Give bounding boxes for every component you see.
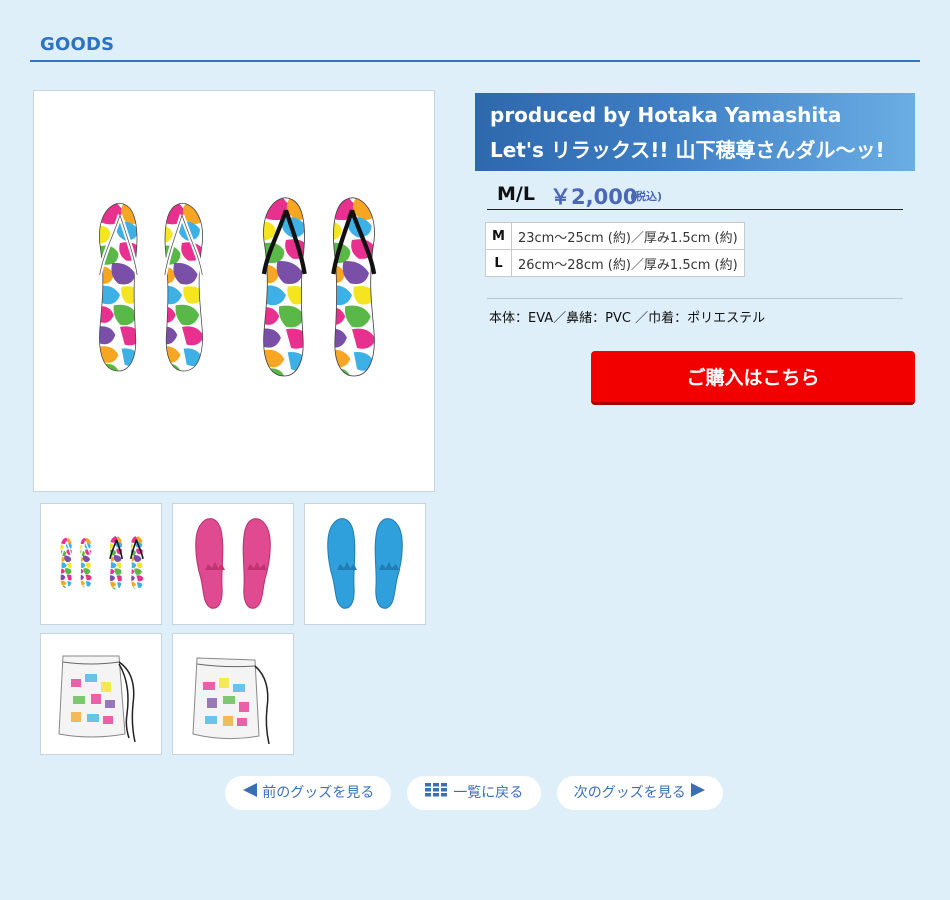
size-table: M 23cm〜25cm (約)／厚み1.5cm (約) L 26cm〜28cm … xyxy=(485,222,745,277)
thumbnail-drawstring-bag-2[interactable] xyxy=(172,633,294,755)
prev-goods-button[interactable]: 前のグッズを見る xyxy=(225,776,391,810)
prev-goods-label: 前のグッズを見る xyxy=(262,785,375,801)
product-title-line1: produced by Hotaka Yamashita xyxy=(490,103,842,127)
size-detail: 23cm〜25cm (約)／厚み1.5cm (約) xyxy=(510,222,745,250)
price: ￥2,000 xyxy=(550,185,638,209)
grid-icon xyxy=(424,776,449,810)
next-goods-button[interactable]: 次のグッズを見る xyxy=(557,776,723,810)
size-detail: 26cm〜28cm (約)／厚み1.5cm (約) xyxy=(510,249,745,277)
next-goods-label: 次のグッズを見る xyxy=(573,785,686,801)
buy-button[interactable]: ご購入はこちら xyxy=(591,351,915,405)
table-row: M 23cm〜25cm (約)／厚み1.5cm (約) xyxy=(485,222,745,250)
tax-note: (税込) xyxy=(630,190,663,203)
triangle-right-icon xyxy=(690,776,706,810)
thumbnail-colorful-sandals[interactable] xyxy=(40,503,162,625)
table-row: L 26cm〜28cm (約)／厚み1.5cm (約) xyxy=(485,249,745,277)
back-to-list-button[interactable]: 一覧に戻る xyxy=(407,776,541,810)
size-label: M/L xyxy=(497,183,535,205)
material-text: 本体：EVA／鼻緒：PVC ／巾着：ポリエステル xyxy=(489,311,766,326)
size-key: M xyxy=(485,222,512,250)
thumbnail-pink-soles[interactable] xyxy=(172,503,294,625)
thumbnail-drawstring-bag[interactable] xyxy=(40,633,162,755)
section-title: GOODS xyxy=(40,34,115,55)
thumbnail-blue-soles[interactable] xyxy=(304,503,426,625)
product-title-line2: Let's リラックス!! 山下穂尊さんダル〜ッ! xyxy=(490,138,885,162)
price-row: M/L ￥2,000 (税込) xyxy=(487,180,903,210)
size-key: L xyxy=(485,249,512,277)
divider xyxy=(487,298,903,299)
back-to-list-label: 一覧に戻る xyxy=(453,785,524,801)
triangle-left-icon xyxy=(242,776,258,810)
section-header: GOODS xyxy=(30,30,920,62)
product-title-banner: produced by Hotaka Yamashita Let's リラックス… xyxy=(475,93,915,171)
main-product-image xyxy=(33,90,435,492)
